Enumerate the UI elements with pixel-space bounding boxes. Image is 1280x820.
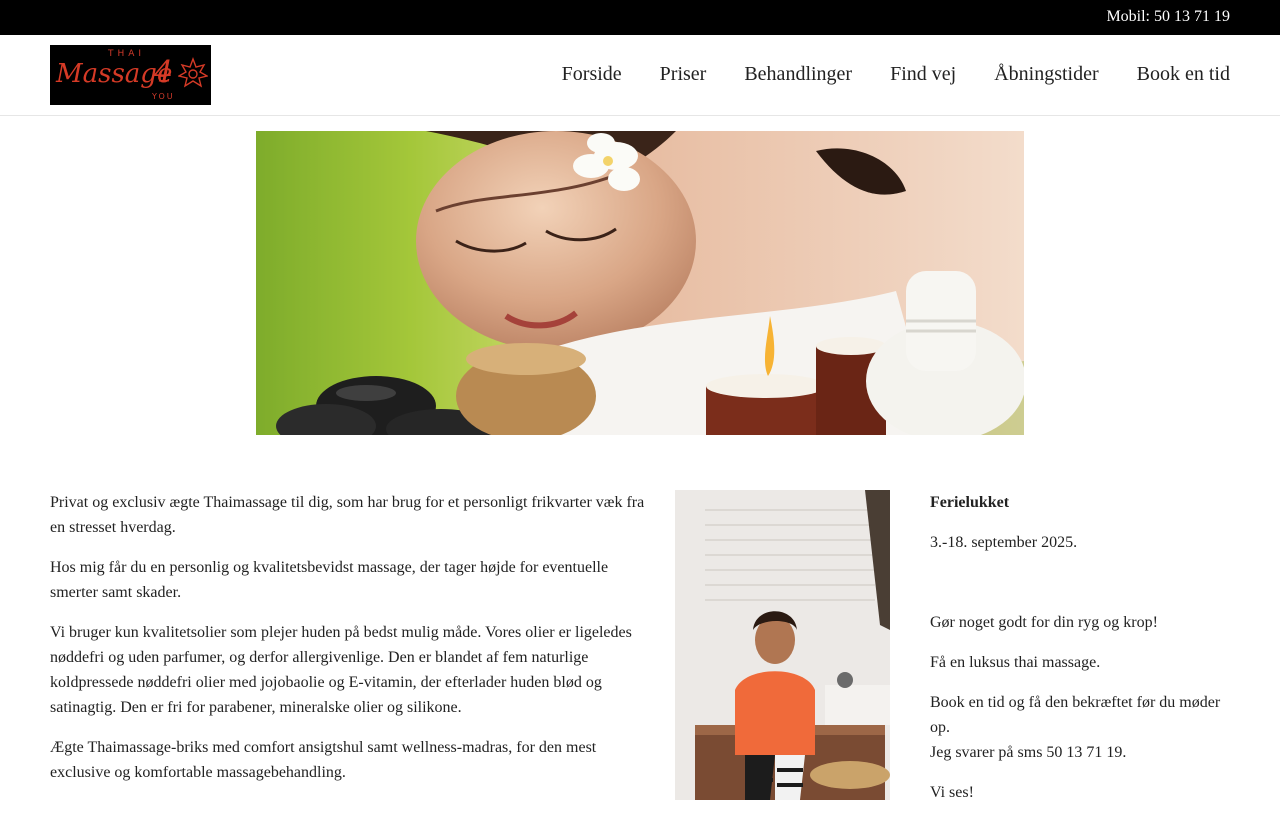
lotus-icon [178,57,208,88]
logo-number: 4 [154,55,174,90]
masseuse-illustration [675,490,890,800]
closed-dates: 3.-18. september 2025. [930,534,1078,551]
intro-paragraph: Vi bruger kun kvalitetsolier som plejer … [50,624,632,716]
nav-behandlinger[interactable]: Behandlinger [744,63,852,86]
mobile-number[interactable]: Mobil: 50 13 71 19 [1106,8,1230,26]
notice-sms-line: Jeg svarer på sms 50 13 71 19. [930,744,1127,761]
site-logo[interactable]: THAI Massage 4 YOU [50,45,211,105]
logo-thai-text: THAI [108,49,146,59]
notice-title: Ferielukket [930,494,1010,511]
notice-booking: Book en tid og få den bekræftet før du m… [930,690,1230,765]
top-contact-bar: Mobil: 50 13 71 19 [0,0,1280,35]
hero-illustration [256,131,1024,435]
hero-massage-image [256,131,1024,435]
holiday-notice: Ferielukket 3.-18. september 2025. Gør n… [930,490,1230,820]
site-header: THAI Massage 4 YOU Forside Priser Behand… [0,35,1280,116]
nav-abningstider[interactable]: Åbningstider [994,63,1098,86]
nav-forside[interactable]: Forside [562,63,622,86]
intro-paragraph: Privat og exclusiv ægte Thaimassage til … [50,494,645,536]
main-navigation: Forside Priser Behandlinger Find vej Åbn… [562,63,1230,86]
notice-line: Få en luksus thai massage. [930,654,1101,671]
nav-priser[interactable]: Priser [660,63,707,86]
notice-goodbye: Vi ses! [930,784,974,801]
intro-paragraph: Ægte Thaimassage-briks med comfort ansig… [50,739,597,781]
intro-text: Privat og exclusiv ægte Thaimassage til … [50,490,650,800]
notice-line: Gør noget godt for din ryg og krop! [930,614,1158,631]
intro-paragraph: Hos mig får du en personlig og kvalitets… [50,559,609,601]
nav-find-vej[interactable]: Find vej [890,63,956,86]
nav-book-en-tid[interactable]: Book en tid [1137,63,1230,86]
logo-you-text: YOU [152,92,175,101]
notice-booking-line: Book en tid og få den bekræftet før du m… [930,694,1221,736]
masseuse-photo [675,490,890,800]
